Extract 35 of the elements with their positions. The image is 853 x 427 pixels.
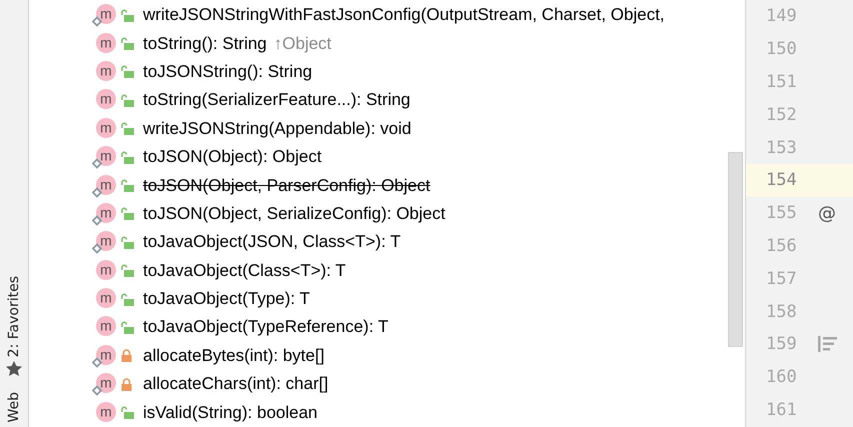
method-signature[interactable]: toJavaObject(Type): T [143,289,310,310]
line-number: 160 [766,367,798,388]
method-signature[interactable]: toJavaObject(Class<T>): T [143,260,346,281]
inherited-from-label: ↑Object [274,34,332,54]
line-number: 159 [766,334,798,354]
line-number: 157 [766,268,798,289]
method-signature[interactable]: allocateBytes(int): byte[] [143,346,324,366]
line-number: 149 [766,6,798,26]
lines-icon[interactable] [818,336,837,352]
method-signature[interactable]: writeJSONString(Appendable): void [143,118,412,139]
favorites-tab[interactable]: 2: Favorites [6,276,22,358]
line-number: 152 [766,104,798,125]
scrollbar-thumb[interactable] [728,152,743,347]
line-number: 155 [766,203,798,224]
method-signature[interactable]: toJSONString(): String [143,62,312,82]
method-signature[interactable]: isValid(String): boolean [143,402,318,423]
line-number: 150 [766,39,798,60]
method-signature[interactable]: toJSON(Object, SerializeConfig): Object [143,204,446,224]
method-signature[interactable]: allocateChars(int): char[] [143,374,328,394]
method-signature[interactable]: toString(): String [143,34,267,54]
line-number: 153 [766,138,798,158]
method-signature[interactable]: toJSON(Object): Object [143,147,322,168]
line-number: 151 [766,72,798,92]
line-number: 156 [766,236,798,256]
method-signature[interactable]: toString(SerializerFeature...): String [143,90,410,110]
line-number: 161 [766,400,798,420]
method-signature[interactable]: toJavaObject(TypeReference): T [143,317,388,338]
annotation-marker[interactable]: @ [818,202,836,224]
line-number: 154 [766,170,798,190]
web-tab[interactable]: Web [6,392,22,423]
line-number: 158 [766,302,798,322]
star-icon [6,361,22,376]
method-signature[interactable]: toJSON(Object, ParserConfig): Object [143,176,430,196]
method-signature[interactable]: toJavaObject(JSON, Class<T>): T [143,232,401,252]
method-signature[interactable]: writeJSONStringWithFastJsonConfig(OutputStream, Charset, Object, [143,5,665,26]
